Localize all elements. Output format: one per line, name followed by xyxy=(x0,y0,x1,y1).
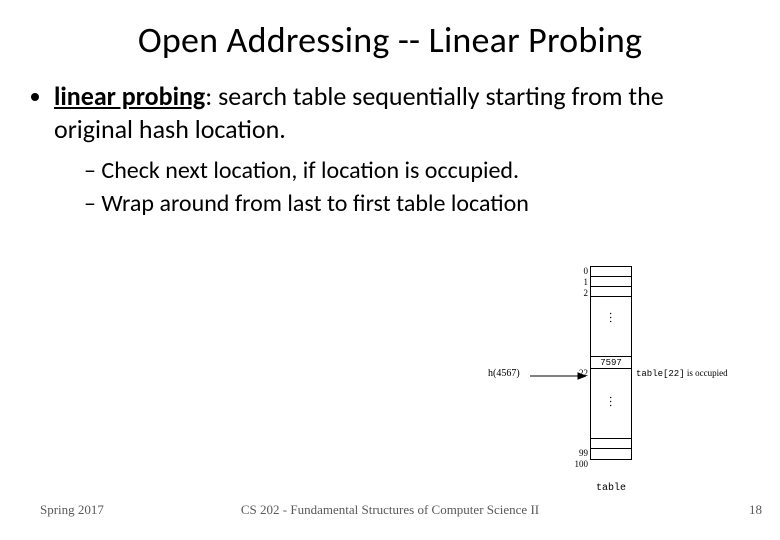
occupied-cell-code: table[22] xyxy=(636,369,685,379)
table-cell xyxy=(591,439,631,449)
sub-bullet-1: Check next location, if location is occu… xyxy=(84,155,740,186)
sub-bullet-list: Check next location, if location is occu… xyxy=(84,155,740,219)
table-cell xyxy=(591,267,631,277)
main-bullet: linear probing: search table sequentiall… xyxy=(54,80,740,219)
idx-0: 0 xyxy=(576,266,588,276)
occupied-rest: is occupied xyxy=(685,368,728,378)
hash-table-diagram: 0 1 2 . . . 22 . . . 99 100 7597 h(4567) xyxy=(468,256,758,496)
table-cell xyxy=(591,277,631,287)
table-label: table xyxy=(596,483,626,494)
table-gap xyxy=(591,369,631,439)
footer-mid: CS 202 - Fundamental Structures of Compu… xyxy=(241,502,539,518)
footer-page-number: 18 xyxy=(749,502,762,518)
slide: Open Addressing -- Linear Probing linear… xyxy=(0,0,780,540)
hash-function-label: h(4567) xyxy=(488,368,520,379)
idx-1: 1 xyxy=(576,277,588,287)
occupied-caption: table[22] is occupied xyxy=(636,368,728,379)
sub-bullet-2: Wrap around from last to first table loc… xyxy=(84,188,740,219)
table-gap xyxy=(591,297,631,357)
table-cell xyxy=(591,449,631,459)
bullet-list: linear probing: search table sequentiall… xyxy=(54,80,740,219)
bullet-term: linear probing xyxy=(54,80,205,112)
arrow-icon xyxy=(530,372,586,380)
table-cell-22: 7597 xyxy=(591,357,631,369)
idx-2: 2 xyxy=(576,288,588,298)
footer-left: Spring 2017 xyxy=(40,502,104,518)
idx-100: 100 xyxy=(570,459,588,469)
idx-99: 99 xyxy=(570,448,588,458)
slide-title: Open Addressing -- Linear Probing xyxy=(40,18,740,62)
table-column: 7597 xyxy=(590,266,632,460)
table-cell xyxy=(591,287,631,297)
